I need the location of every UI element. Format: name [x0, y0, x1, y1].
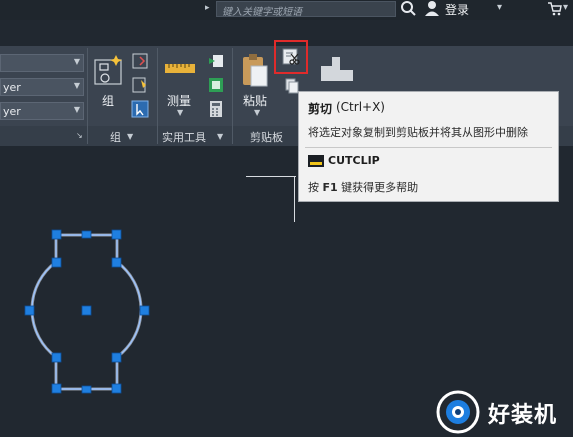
chevron-down-icon[interactable]: ▼ — [217, 132, 223, 141]
tooltip-shortcut: (Ctrl+X) — [336, 100, 385, 114]
search-placeholder: 键入关键字或短语 — [222, 7, 302, 18]
tooltip-help-key: F1 — [322, 181, 338, 194]
chevron-down-icon: ▼ — [73, 105, 80, 114]
tooltip-help-suffix: 键获得更多帮助 — [341, 181, 419, 194]
ungroup-icon[interactable] — [131, 52, 149, 70]
watermark-logo — [436, 390, 480, 434]
grip[interactable] — [139, 305, 150, 316]
layer-combo-1[interactable]: ▼ — [0, 54, 84, 72]
selection-grips — [24, 229, 150, 394]
measure-button-label[interactable]: 测量 — [167, 92, 191, 109]
tooltip-title: 剪切 — [308, 102, 333, 116]
grip[interactable] — [111, 383, 122, 394]
calculator-icon[interactable] — [207, 100, 225, 118]
watermark-text: 好装机 — [488, 403, 558, 428]
layer-combo-2-value: yer — [3, 81, 21, 94]
group-panel-title[interactable]: 组 — [110, 129, 121, 145]
group-edit-icon[interactable] — [131, 76, 149, 94]
tooltip-divider — [305, 147, 552, 148]
count-icon[interactable] — [207, 76, 225, 94]
grip[interactable] — [111, 352, 122, 363]
layer-combo-3-value: yer — [3, 105, 21, 118]
panel-divider — [87, 48, 88, 144]
paste-icon[interactable] — [240, 52, 270, 88]
paste-button-label[interactable]: 粘贴 — [243, 92, 267, 109]
clipboard-panel-title[interactable]: 剪贴板 — [250, 129, 283, 145]
grip[interactable] — [111, 229, 122, 240]
tooltip-command: CUTCLIP — [328, 154, 380, 167]
tooltip-help: 按 F1 键获得更多帮助 — [308, 179, 418, 195]
chevron-down-icon: ▼ — [73, 81, 80, 90]
chevron-down-icon[interactable]: ▼ — [254, 108, 260, 117]
grip[interactable] — [24, 305, 35, 316]
cart-dropdown-icon[interactable]: ▾ — [563, 2, 568, 13]
chevron-down-icon: ▼ — [73, 57, 80, 66]
grip[interactable] — [81, 230, 92, 239]
grip[interactable] — [51, 383, 62, 394]
cut-icon[interactable] — [281, 47, 301, 67]
grip[interactable] — [111, 257, 122, 268]
chevron-down-icon[interactable]: ▼ — [177, 108, 183, 117]
utilities-panel-title[interactable]: 实用工具 — [162, 129, 206, 145]
measure-icon[interactable] — [164, 62, 196, 76]
chevron-down-icon[interactable]: ▼ — [127, 132, 133, 141]
search-icon[interactable] — [400, 0, 418, 18]
cart-icon[interactable] — [548, 2, 562, 16]
grip[interactable] — [81, 305, 92, 316]
match-properties-icon[interactable] — [320, 56, 354, 82]
login-link[interactable]: 登录 — [445, 1, 469, 18]
panel-divider — [157, 48, 158, 144]
group-icon[interactable] — [92, 54, 126, 88]
title-bar: ▸ 键入关键字或短语 登录 ▾ ▾ — [0, 0, 573, 20]
grip[interactable] — [51, 352, 62, 363]
search-expand-icon[interactable]: ▸ — [205, 3, 210, 13]
dialog-launcher-icon[interactable]: ↘ — [76, 131, 83, 140]
panel-divider — [232, 48, 233, 144]
tooltip-description: 将选定对象复制到剪贴板并将其从图形中删除 — [308, 126, 528, 139]
layer-combo-2[interactable]: yer ▼ — [0, 78, 84, 96]
grip[interactable] — [81, 385, 92, 394]
command-icon — [308, 155, 324, 167]
group-button-label[interactable]: 组 — [102, 92, 114, 109]
tooltip-help-prefix: 按 — [308, 181, 319, 194]
search-input[interactable]: 键入关键字或短语 — [216, 1, 396, 18]
group-selection-icon[interactable] — [131, 100, 149, 118]
layer-combo-3[interactable]: yer ▼ — [0, 102, 84, 120]
quick-select-icon[interactable] — [207, 52, 225, 70]
cut-tooltip: 剪切 (Ctrl+X) 将选定对象复制到剪贴板并将其从图形中删除 CUTCLIP… — [298, 91, 559, 202]
login-dropdown-icon[interactable]: ▾ — [497, 2, 502, 13]
user-icon[interactable] — [424, 0, 440, 16]
grip[interactable] — [51, 229, 62, 240]
grip[interactable] — [51, 257, 62, 268]
